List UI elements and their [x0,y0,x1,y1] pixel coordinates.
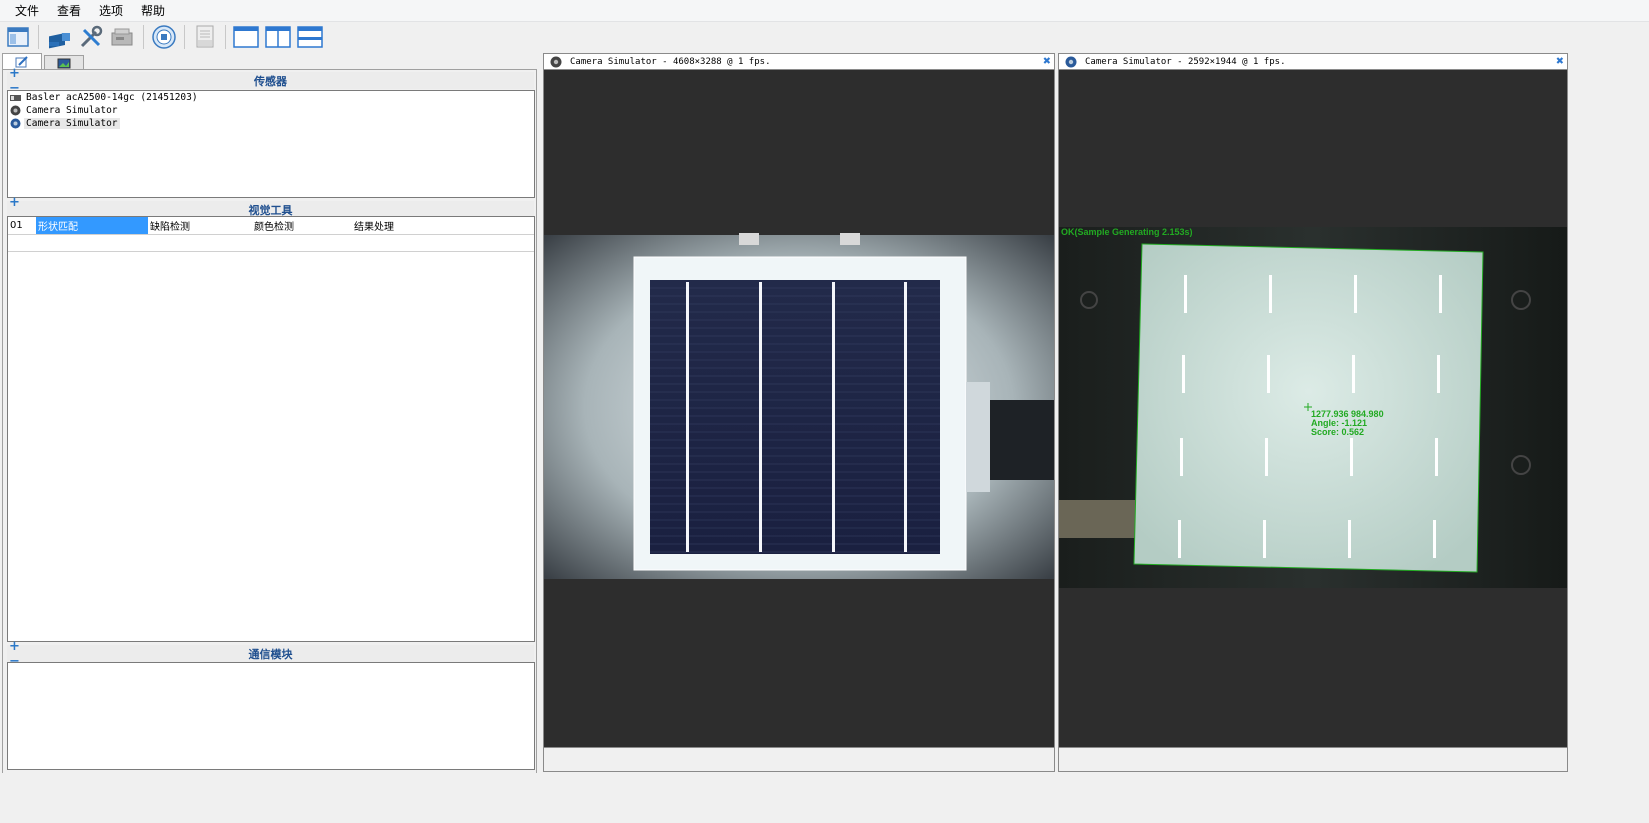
record-icon [152,25,176,49]
layout-icon [7,27,29,47]
vision-tool-list: 01 形状匹配 缺陷检测 颜色检测 结果处理 [7,216,535,642]
sensor-list: Basler acA2500-14gc (21451203) Camera Si… [7,90,535,198]
log-button[interactable] [191,23,219,51]
record-button[interactable] [150,23,178,51]
camera-view-1-footer [544,747,1054,771]
gige-camera-icon [10,93,21,103]
sensor-item[interactable]: Basler acA2500-14gc (21451203) [8,91,534,104]
camera-view-2-image[interactable]: OK(Sample Generating 2.153s) 1277.936 98… [1059,70,1567,750]
tool-row-number: 01 [10,220,23,231]
camera-view-1-header: Camera Simulator - 4608×3288 @ 1 fps. ✖ [544,54,1054,70]
tool-result-process[interactable]: 结果处理 [352,217,472,234]
comm-title: 通信模块 [248,647,293,661]
left-pane: +− 传感器 Basler acA2500-14gc (21451203) Ca… [0,53,538,813]
camera-view-1-title: Camera Simulator - 4608×3288 @ 1 fps. [570,56,771,67]
camera-simulator-icon [550,56,562,67]
tools-button[interactable] [77,23,105,51]
device-icon [111,28,133,46]
log-icon [196,25,214,48]
layout-button[interactable] [4,23,32,51]
camera-view-1-image[interactable] [544,70,1054,750]
menu-options[interactable]: 选项 [90,2,132,19]
tools-icon [80,25,103,48]
match-score: Score: 0.562 [1311,427,1364,437]
camera-view-1: Camera Simulator - 4608×3288 @ 1 fps. ✖ [543,53,1055,772]
toolbar [0,22,1649,52]
split-horizontal-button[interactable] [296,23,324,51]
tool-row-empty [8,235,534,252]
camera-button[interactable] [45,23,73,51]
comm-header: +− 通信模块 [7,639,534,669]
camera-icon [49,32,70,49]
close-icon[interactable]: ✖ [1556,55,1564,68]
status-bar [0,773,1649,823]
toolbar-separator [184,25,185,49]
split-horizontal-icon [297,26,323,48]
menu-view[interactable]: 查看 [48,2,90,19]
sensors-header: +− 传感器 [7,66,534,96]
device-button[interactable] [109,23,137,51]
toolbar-separator [225,25,226,49]
tool-defect-detect[interactable]: 缺陷检测 [148,217,252,234]
camera-view-2-title: Camera Simulator - 2592×1944 @ 1 fps. [1085,56,1286,67]
camera-simulator-icon [1065,56,1077,67]
inspection-status: OK(Sample Generating 2.153s) [1061,227,1193,237]
sensor-item-selected[interactable]: Camera Simulator [8,117,534,130]
single-view-icon [233,26,259,48]
split-vertical-button[interactable] [264,23,292,51]
image-icon [57,58,71,68]
close-icon[interactable]: ✖ [1043,55,1051,68]
single-view-button[interactable] [232,23,260,51]
tool-shape-match[interactable]: 形状匹配 [36,217,148,234]
tab-content: +− 传感器 Basler acA2500-14gc (21451203) Ca… [2,66,537,813]
camera-view-2: Camera Simulator - 2592×1944 @ 1 fps. ✖ … [1058,53,1568,772]
toolbar-separator [143,25,144,49]
sensor-item[interactable]: Camera Simulator [8,104,534,117]
camera-simulator-icon [10,105,21,116]
sensors-title: 传感器 [254,74,287,88]
comm-list [7,662,535,770]
menu-help[interactable]: 帮助 [132,2,174,19]
camera-view-2-footer [1059,747,1567,771]
tab-image[interactable] [44,55,84,70]
split-vertical-icon [265,26,291,48]
menu-bar: 文件 查看 选项 帮助 [0,0,1649,22]
tool-color-detect[interactable]: 颜色检测 [252,217,352,234]
tool-row[interactable]: 01 形状匹配 缺陷检测 颜色检测 结果处理 [8,217,534,235]
toolbar-separator [38,25,39,49]
camera-simulator-icon [10,118,21,129]
menu-file[interactable]: 文件 [6,2,48,19]
camera-view-2-header: Camera Simulator - 2592×1944 @ 1 fps. ✖ [1059,54,1567,70]
